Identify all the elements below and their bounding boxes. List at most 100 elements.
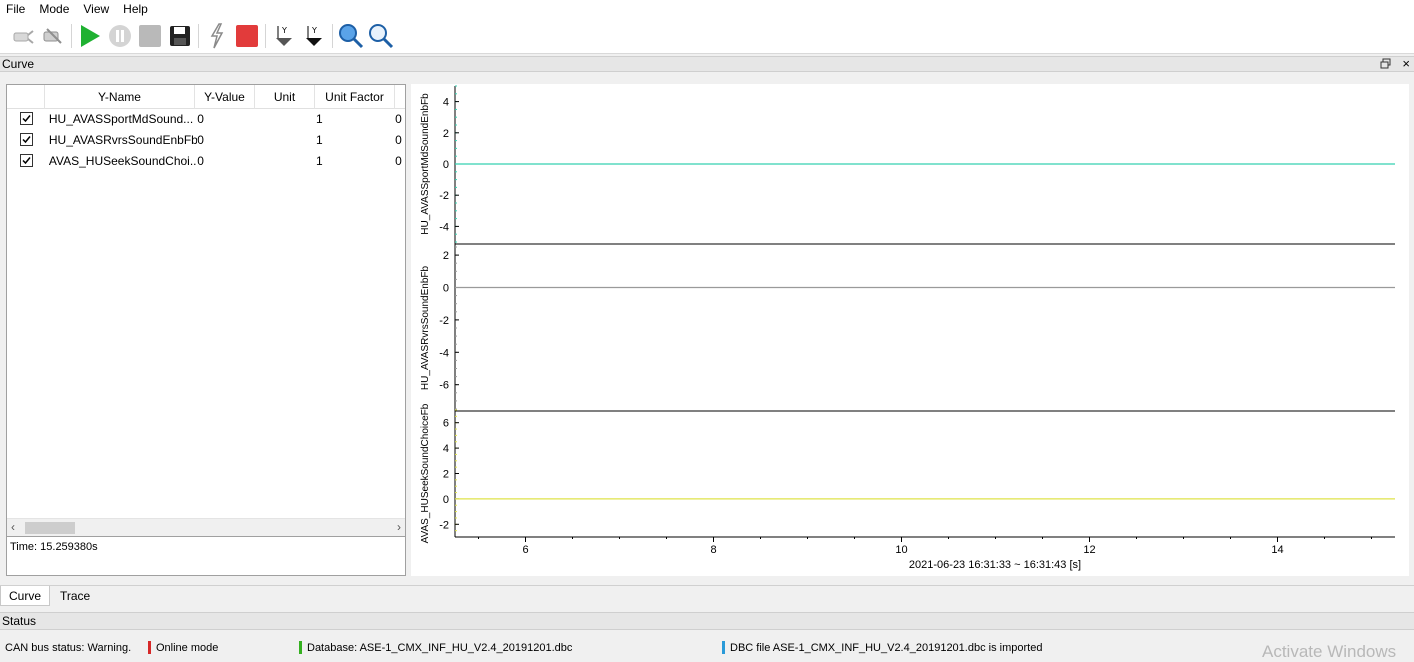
row-y-name: HU_AVASRvrsSoundEnbFb (48, 132, 198, 147)
menu-file[interactable]: File (0, 0, 33, 18)
table-header: Y-Name Y-Value Unit Unit Factor (7, 85, 405, 109)
close-dock-button[interactable]: × (1402, 56, 1410, 71)
zoom-in-icon (339, 23, 364, 48)
y-axis-label: AVAS_HUSeekSoundChoiceFb (420, 403, 431, 543)
svg-text:Y: Y (281, 26, 287, 35)
time-readout: Time: 15.259380s (6, 537, 406, 576)
header-checkbox-column (7, 85, 45, 109)
x-tick-label: 6 (522, 544, 528, 556)
header-unit-factor[interactable]: Unit Factor (315, 85, 395, 109)
status-indicator-green (299, 641, 302, 654)
zoom-in-button[interactable] (336, 21, 366, 51)
dbc-import-status: DBC file ASE-1_CMX_INF_HU_V2.4_20191201.… (730, 642, 1043, 654)
y-axis-label: HU_AVASSportMdSoundEnbFb (420, 93, 431, 235)
status-indicator-blue (722, 641, 725, 654)
row-y-name: HU_AVASSportMdSound... (48, 111, 194, 126)
stop-icon (139, 24, 161, 47)
disconnect-button[interactable] (38, 21, 68, 51)
y-tick-label: 2 (443, 469, 449, 481)
x-tick-label: 12 (1083, 544, 1095, 556)
y-tick-label: 2 (443, 128, 449, 140)
plot-area: 4 2 0 -2 -4 HU_AVASSportMdSoundEnbFb 2 0 -2 -4 -6 H… (411, 84, 1409, 576)
stop-button[interactable] (135, 21, 165, 51)
status-indicator-red (148, 641, 151, 654)
horizontal-scrollbar[interactable]: ‹ › (7, 518, 405, 536)
row-checkbox[interactable] (20, 154, 33, 167)
y-axis-down-icon: Y (276, 25, 292, 46)
toolbar-separator (265, 23, 266, 48)
x-tick-label: 8 (710, 544, 716, 556)
y-tick-label: 0 (443, 283, 449, 295)
y-tick-label: 0 (443, 494, 449, 506)
check-icon (22, 136, 31, 144)
row-unit-factor: 1 (315, 132, 323, 147)
trigger-icon (210, 22, 224, 48)
y-tick-label: -6 (439, 380, 449, 392)
scrollbar-thumb[interactable] (25, 522, 75, 534)
menu-mode[interactable]: Mode (33, 0, 77, 18)
zoom-out-icon (369, 23, 394, 48)
status-bar: CAN bus status: Warning. Online mode Dat… (0, 638, 1414, 659)
menu-bar: File Mode View Help (0, 0, 1414, 18)
online-mode-status: Online mode (156, 642, 219, 654)
row-extra: 0 (395, 111, 402, 126)
header-y-value[interactable]: Y-Value (195, 85, 255, 109)
y-axis-down-button[interactable]: Y (269, 21, 299, 51)
toolbar-separator (71, 23, 72, 48)
row-checkbox[interactable] (20, 133, 33, 146)
svg-text:Y: Y (311, 26, 317, 35)
row-y-value: 0 (197, 153, 204, 168)
disconnect-icon (43, 27, 62, 44)
row-extra: 0 (395, 132, 402, 147)
status-dock-title: Status (0, 612, 1414, 630)
play-icon (81, 24, 100, 47)
row-unit-factor: 1 (315, 111, 323, 126)
pause-icon (109, 24, 131, 47)
signal-table: Y-Name Y-Value Unit Unit Factor HU_AVASS… (6, 84, 406, 537)
y-axis-up-icon: Y (306, 25, 322, 46)
record-button[interactable] (232, 21, 262, 51)
header-more (395, 85, 405, 109)
y-tick-label: -4 (439, 347, 449, 359)
row-y-value: 0 (197, 132, 204, 147)
row-checkbox[interactable] (20, 112, 33, 125)
table-row[interactable]: HU_AVASSportMdSound... 0 1 0 (7, 108, 405, 129)
check-icon (22, 157, 31, 165)
x-tick-label: 10 (895, 544, 907, 556)
float-window-icon[interactable] (1380, 58, 1392, 70)
header-y-name[interactable]: Y-Name (45, 85, 195, 109)
tab-trace[interactable]: Trace (52, 586, 98, 606)
menu-view[interactable]: View (77, 0, 117, 18)
curve-chart[interactable]: 4 2 0 -2 -4 HU_AVASSportMdSoundEnbFb 2 0 -2 -4 -6 H… (411, 84, 1409, 576)
table-row[interactable]: HU_AVASRvrsSoundEnbFb 0 1 0 (7, 129, 405, 150)
table-row[interactable]: AVAS_HUSeekSoundChoi... 0 1 0 (7, 150, 405, 171)
record-icon (236, 24, 258, 47)
x-tick-label: 14 (1271, 544, 1283, 556)
trigger-button[interactable] (202, 21, 232, 51)
y-tick-label: 6 (443, 418, 449, 430)
start-button[interactable] (75, 21, 105, 51)
scroll-left-icon[interactable]: ‹ (11, 520, 15, 534)
header-unit[interactable]: Unit (255, 85, 315, 109)
y-axis-up-button[interactable]: Y (299, 21, 329, 51)
activate-windows-watermark: Activate Windows (1262, 642, 1397, 661)
connect-button[interactable] (8, 21, 38, 51)
scroll-right-icon[interactable]: › (397, 520, 401, 534)
menu-help[interactable]: Help (117, 0, 156, 18)
y-tick-label: 4 (443, 97, 449, 109)
database-status: Database: ASE-1_CMX_INF_HU_V2.4_20191201… (307, 642, 573, 654)
y-tick-label: 4 (443, 443, 449, 455)
bottom-tab-bar: Curve Trace (0, 585, 1414, 607)
row-y-name: AVAS_HUSeekSoundChoi... (48, 153, 198, 168)
pause-button[interactable] (105, 21, 135, 51)
zoom-out-button[interactable] (366, 21, 396, 51)
y-tick-label: -2 (439, 519, 449, 531)
save-button[interactable] (165, 21, 195, 51)
tab-curve[interactable]: Curve (0, 586, 51, 606)
row-y-value: 0 (197, 111, 204, 126)
save-icon (170, 25, 190, 46)
y-tick-label: -2 (439, 190, 449, 202)
toolbar-separator (332, 23, 333, 48)
row-extra: 0 (395, 153, 402, 168)
connect-icon (13, 29, 34, 44)
